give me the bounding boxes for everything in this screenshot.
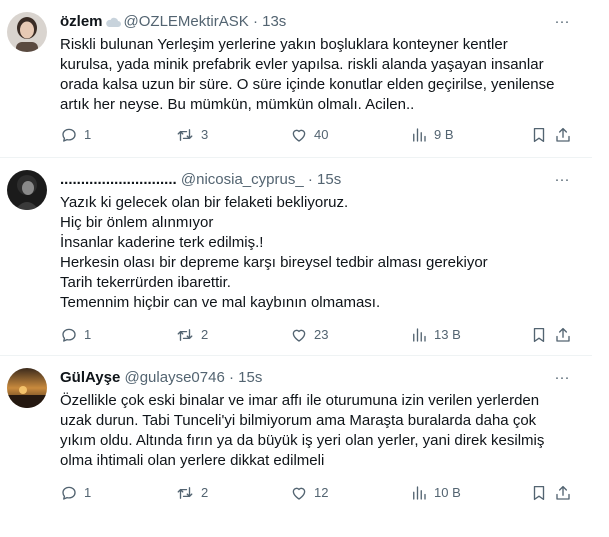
tweet-text-line: Herkesin olası bir depreme karşı bireyse…: [60, 254, 488, 271]
avatar-image: [7, 170, 47, 210]
separator: ·: [307, 171, 313, 188]
reply-count: 1: [84, 327, 92, 342]
like-button[interactable]: 12: [290, 483, 328, 503]
avatar[interactable]: [7, 12, 47, 52]
tweet-header: GülAyşe @gulayse0746 · 15s ···: [60, 368, 572, 388]
share-button[interactable]: [554, 125, 572, 145]
tweet-text-line: kurulsa, yada minik prefabrik evler yapı…: [60, 56, 544, 73]
tweet-text-line: Temennim hiçbir can ve mal kaybının olma…: [60, 294, 381, 311]
avatar[interactable]: [7, 368, 47, 408]
handle[interactable]: @OZLEMektirASK: [124, 13, 249, 30]
tweet-text: Yazık ki gelecek olan bir felaketi bekli…: [60, 193, 580, 313]
tweet-text-line: Tarih tekerrürden ibarettir.: [60, 274, 231, 291]
like-button[interactable]: 40: [290, 125, 328, 145]
heart-icon: [292, 487, 306, 500]
share-icon: [556, 485, 570, 500]
share-icon: [556, 127, 570, 142]
tweet-text-line: artık her neyse. Bu mümkün, mümkün olmal…: [60, 96, 415, 113]
tweet-header: ............................ @nicosia_cy…: [60, 170, 572, 190]
share-button[interactable]: [554, 483, 572, 503]
heart-icon: [292, 129, 306, 142]
retweet-icon: [177, 129, 193, 141]
tweet-text-line: Özellikle çok eski binalar ve imar affı …: [60, 392, 540, 409]
tweet[interactable]: GülAyşe @gulayse0746 · 15s ··· Özellikle…: [0, 356, 592, 537]
like-count: 12: [314, 485, 329, 500]
views-chart-icon: [413, 486, 426, 500]
handle[interactable]: @gulayse0746: [124, 369, 224, 386]
retweet-count: 3: [201, 127, 209, 142]
handle[interactable]: @nicosia_cyprus_: [181, 171, 304, 188]
tweet-text-line: uzak durun. Tabi Tunceli'yi bilmiyorum a…: [60, 412, 537, 429]
display-name[interactable]: GülAyşe: [60, 369, 120, 386]
display-name[interactable]: özlem: [60, 13, 103, 30]
retweet-button[interactable]: 2: [175, 483, 208, 503]
bookmark-icon: [533, 485, 545, 501]
tweet-actions: 1 2 23 13 B: [60, 325, 580, 345]
reply-count: 1: [84, 127, 92, 142]
share-button[interactable]: [554, 325, 572, 345]
avatar-image: [7, 368, 47, 408]
tweet-text-line: İnsanlar kaderine terk edilmiş.!: [60, 234, 264, 251]
timestamp[interactable]: 15s: [317, 171, 341, 188]
retweet-icon: [177, 487, 193, 499]
retweet-count: 2: [201, 485, 209, 500]
timestamp[interactable]: 15s: [238, 369, 262, 386]
reply-count: 1: [84, 485, 92, 500]
tweet-text-line: Hiç bir önlem alınmıyor: [60, 214, 214, 231]
reply-icon: [62, 486, 76, 500]
reply-icon: [62, 128, 76, 142]
avatar[interactable]: [7, 170, 47, 210]
more-options-icon[interactable]: ···: [552, 12, 572, 32]
heart-icon: [292, 329, 306, 342]
avatar-image: [7, 12, 47, 52]
more-options-icon[interactable]: ···: [552, 368, 572, 388]
reply-button[interactable]: 1: [60, 483, 91, 503]
tweet-actions: 1 3 40 9 B: [60, 125, 580, 145]
tweet-actions: 1 2 12 10 B: [60, 483, 580, 503]
separator: ·: [228, 369, 234, 386]
bookmark-button[interactable]: [530, 325, 548, 345]
bookmark-icon: [533, 327, 545, 343]
like-button[interactable]: 23: [290, 325, 328, 345]
views-button[interactable]: 13 B: [410, 325, 461, 345]
reply-icon: [62, 328, 76, 342]
bookmark-icon: [533, 127, 545, 143]
tweet[interactable]: ............................ @nicosia_cy…: [0, 158, 592, 356]
more-options-icon[interactable]: ···: [552, 170, 572, 190]
views-count: 13 B: [434, 327, 461, 342]
tweet-text: Özellikle çok eski binalar ve imar affı …: [60, 391, 580, 471]
views-button[interactable]: 9 B: [410, 125, 454, 145]
tweet[interactable]: özlem @OZLEMektirASK · 13s ··· Riskli bul…: [0, 0, 592, 158]
views-chart-icon: [413, 128, 426, 142]
retweet-button[interactable]: 3: [175, 125, 208, 145]
views-chart-icon: [413, 328, 426, 342]
bookmark-button[interactable]: [530, 125, 548, 145]
tweet-text: Riskli bulunan Yerleşim yerlerine yakın …: [60, 35, 580, 115]
tweet-text-line: yıkım oldu. Altında fırın ya da büyük iş…: [60, 432, 545, 449]
retweet-button[interactable]: 2: [175, 325, 208, 345]
bookmark-button[interactable]: [530, 483, 548, 503]
cloud-emoji-icon: [105, 14, 121, 34]
like-count: 40: [314, 127, 329, 142]
views-button[interactable]: 10 B: [410, 483, 461, 503]
tweet-header: özlem @OZLEMektirASK · 13s ···: [60, 12, 572, 32]
tweet-text-line: orada kalsa uzun bir süre. O süre içinde…: [60, 76, 555, 93]
reply-button[interactable]: 1: [60, 325, 91, 345]
timestamp[interactable]: 13s: [262, 13, 286, 30]
retweet-count: 2: [201, 327, 209, 342]
tweet-text-line: Riskli bulunan Yerleşim yerlerine yakın …: [60, 36, 508, 53]
separator: ·: [252, 13, 258, 30]
display-name[interactable]: ............................: [60, 171, 177, 188]
retweet-icon: [177, 329, 193, 341]
share-icon: [556, 327, 570, 342]
tweet-text-line: Yazık ki gelecek olan bir felaketi bekli…: [60, 194, 349, 211]
tweet-text-line: olma ihtimali olan yerlere dikkat edilme…: [60, 452, 325, 469]
views-count: 10 B: [434, 485, 461, 500]
views-count: 9 B: [434, 127, 454, 142]
like-count: 23: [314, 327, 329, 342]
reply-button[interactable]: 1: [60, 125, 91, 145]
